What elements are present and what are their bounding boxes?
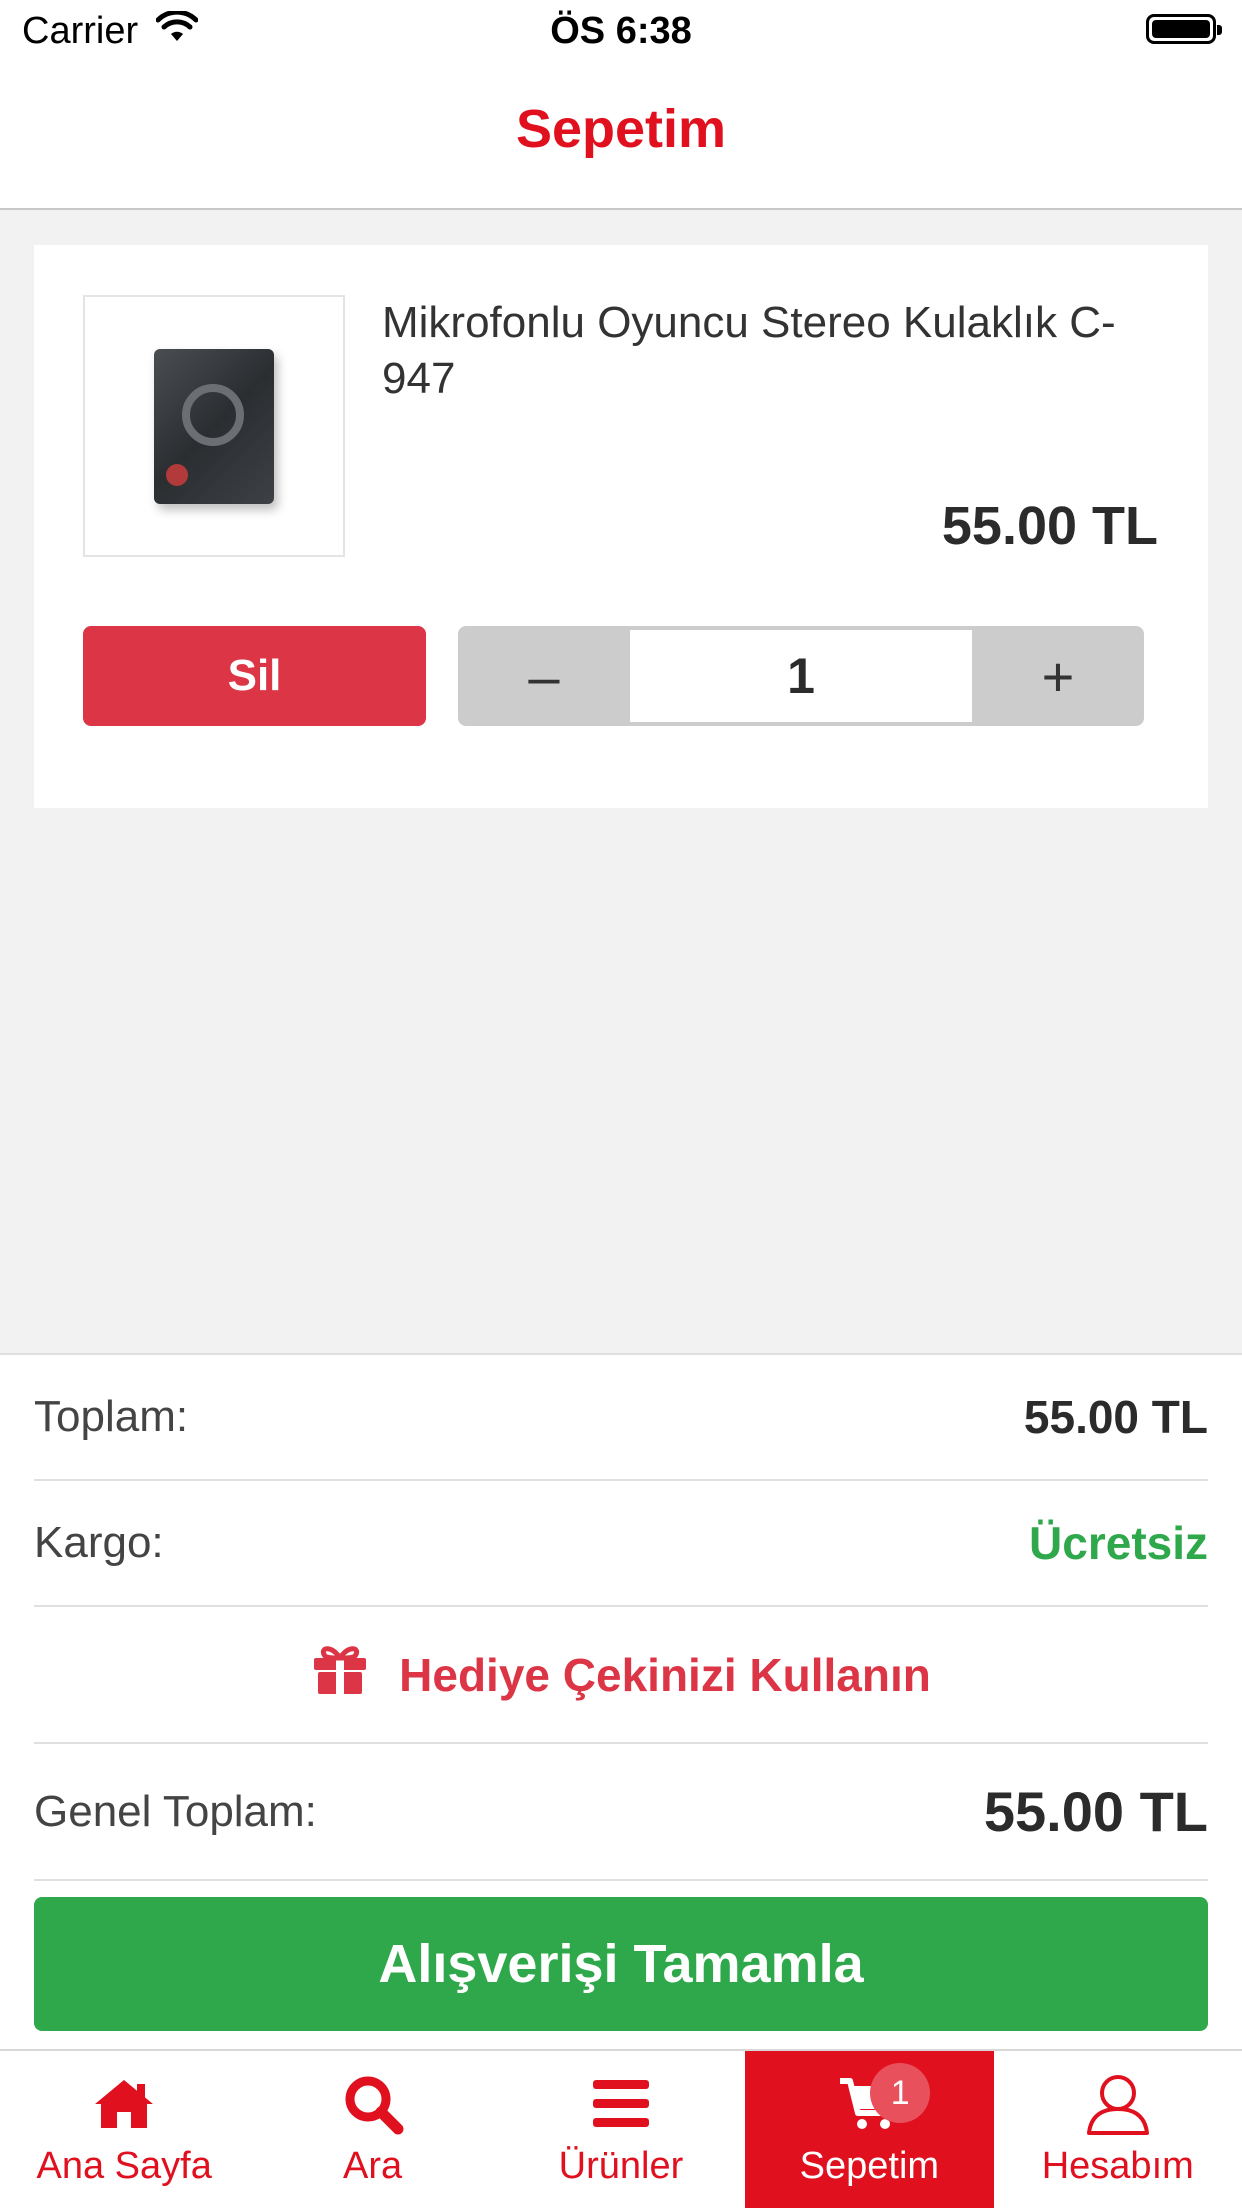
status-bar: Carrier ÖS 6:38 bbox=[0, 0, 1242, 66]
tab-cart-label: Sepetim bbox=[799, 2145, 940, 2187]
subtotal-label: Toplam: bbox=[34, 1392, 189, 1441]
menu-icon bbox=[591, 2071, 651, 2137]
gift-voucher-link[interactable]: Hediye Çekinizi Kullanın bbox=[311, 1642, 931, 1707]
tab-products[interactable]: Ürünler bbox=[497, 2051, 745, 2208]
navigation-bar: Sepetim bbox=[0, 66, 1242, 210]
tab-home-label: Ana Sayfa bbox=[36, 2145, 212, 2187]
cart-badge: 1 bbox=[870, 2063, 931, 2123]
grand-total-value: 55.00 TL bbox=[983, 1780, 1208, 1843]
grand-total-label: Genel Toplam: bbox=[34, 1786, 317, 1836]
page-title: Sepetim bbox=[515, 99, 727, 159]
status-right bbox=[1146, 14, 1222, 44]
subtotal-row: Toplam: 55.00 TL bbox=[34, 1355, 1208, 1481]
shipping-row: Kargo: Ücretsiz bbox=[34, 1481, 1208, 1607]
tab-account-label: Hesabım bbox=[1041, 2145, 1194, 2187]
grand-total-row: Genel Toplam: 55.00 TL bbox=[34, 1744, 1208, 1881]
search-icon bbox=[342, 2071, 404, 2137]
tab-account[interactable]: Hesabım bbox=[994, 2051, 1242, 2208]
tab-home[interactable]: Ana Sayfa bbox=[0, 2051, 248, 2208]
product-name[interactable]: Mikrofonlu Oyuncu Stereo Kulaklık C-947 bbox=[382, 295, 1162, 407]
tab-cart[interactable]: 1 Sepetim bbox=[745, 2051, 994, 2208]
tab-search-label: Ara bbox=[343, 2145, 403, 2187]
shipping-label: Kargo: bbox=[34, 1518, 164, 1567]
checkout-button[interactable]: Alışverişi Tamamla bbox=[34, 1897, 1208, 2031]
increment-button[interactable]: + bbox=[972, 626, 1144, 726]
tab-bar: Ana Sayfa Ara Ürünler 1 Sepetim Hesabım bbox=[0, 2049, 1242, 2208]
quantity-value[interactable]: 1 bbox=[630, 630, 972, 722]
headphone-package-image bbox=[154, 348, 274, 504]
tab-products-label: Ürünler bbox=[558, 2145, 684, 2187]
order-summary: Toplam: 55.00 TL Kargo: Ücretsiz Hediye … bbox=[0, 1353, 1242, 2049]
gift-voucher-label: Hediye Çekinizi Kullanın bbox=[399, 1648, 931, 1701]
quantity-stepper: – 1 + bbox=[458, 626, 1144, 726]
shipping-value: Ücretsiz bbox=[1029, 1517, 1208, 1569]
gift-icon bbox=[311, 1642, 369, 1707]
cart-item-card: Mikrofonlu Oyuncu Stereo Kulaklık C-947 … bbox=[34, 245, 1208, 808]
status-time: ÖS 6:38 bbox=[550, 10, 692, 52]
user-icon bbox=[1085, 2071, 1151, 2137]
gift-voucher-row: Hediye Çekinizi Kullanın bbox=[34, 1607, 1208, 1744]
product-image[interactable] bbox=[83, 295, 345, 557]
battery-icon bbox=[1146, 14, 1222, 44]
delete-button[interactable]: Sil bbox=[83, 626, 426, 726]
subtotal-value: 55.00 TL bbox=[1023, 1391, 1208, 1443]
product-price: 55.00 TL bbox=[941, 496, 1158, 556]
home-icon bbox=[93, 2071, 155, 2137]
tab-search[interactable]: Ara bbox=[248, 2051, 496, 2208]
decrement-button[interactable]: – bbox=[458, 626, 630, 726]
